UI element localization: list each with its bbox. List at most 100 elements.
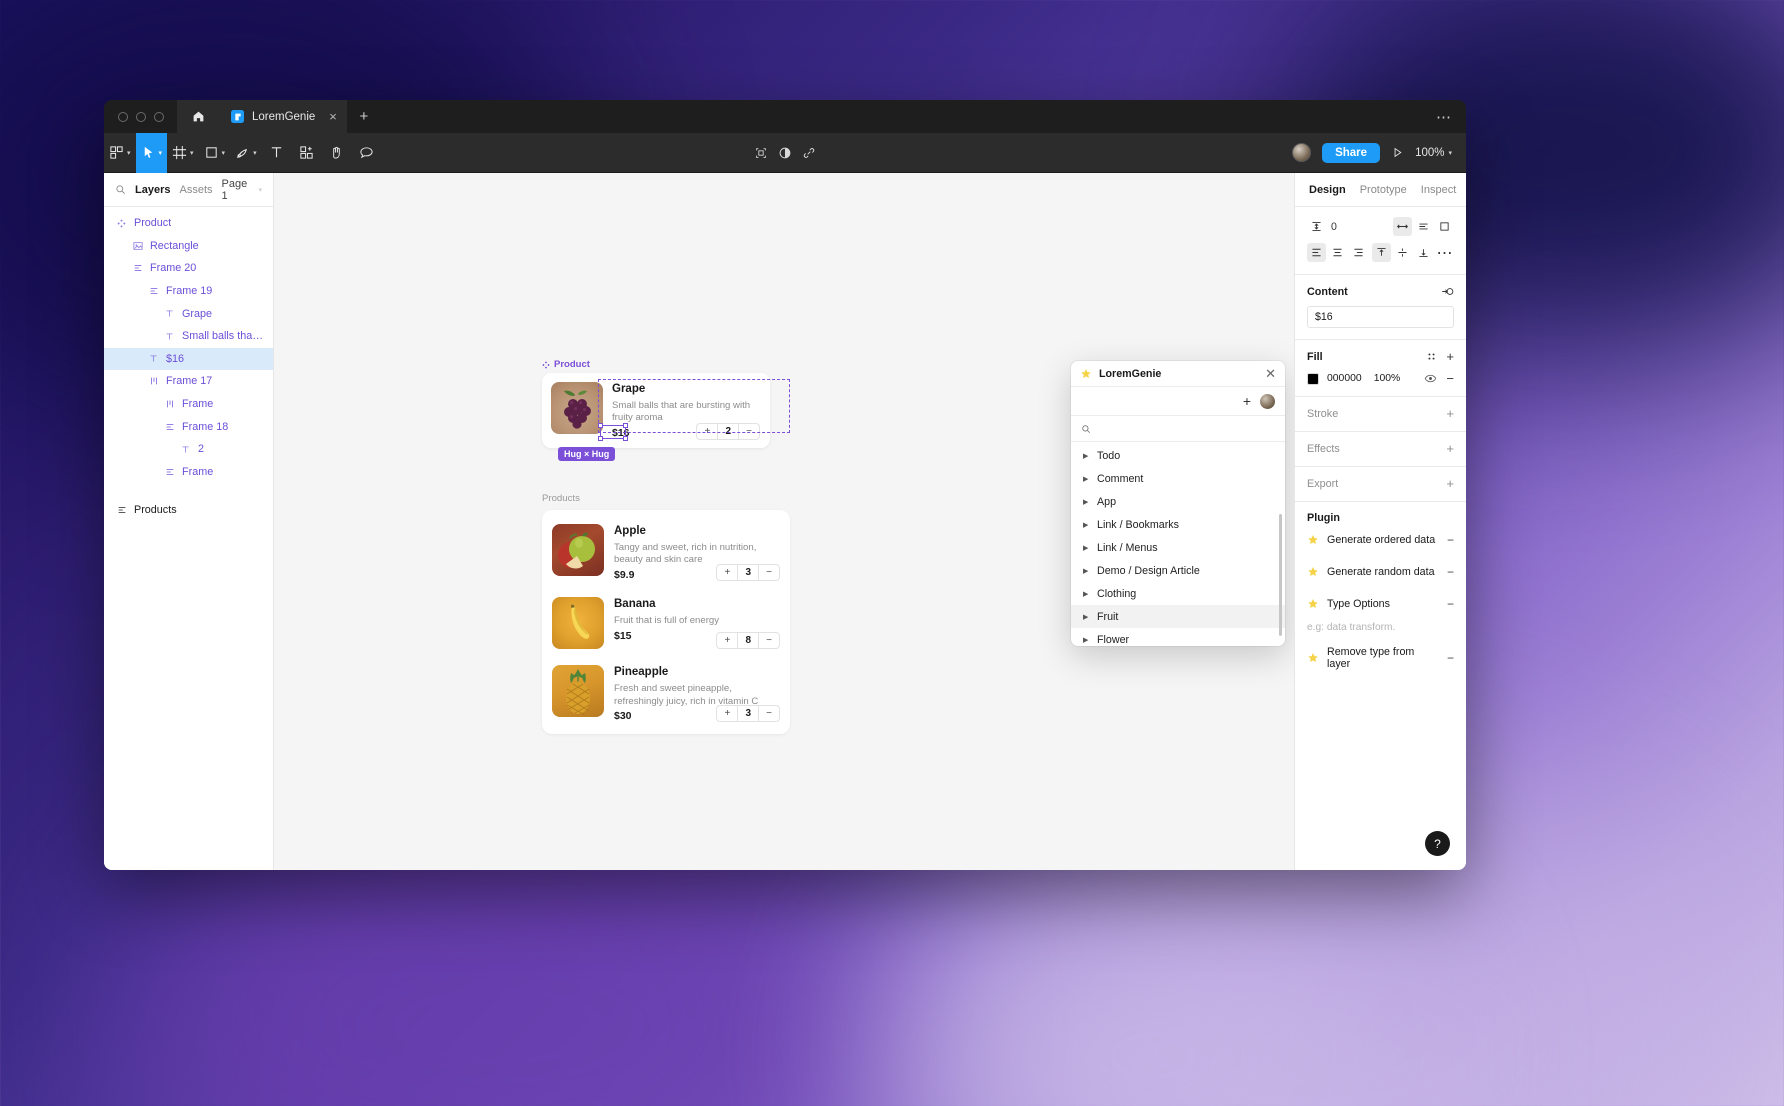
plugin-category-item[interactable]: ▶ Todo bbox=[1071, 444, 1285, 467]
close-window-button[interactable] bbox=[118, 111, 128, 122]
user-avatar[interactable] bbox=[1260, 393, 1275, 409]
shape-tool-icon[interactable]: ▾ bbox=[199, 133, 231, 173]
close-icon[interactable]: ✕ bbox=[1265, 367, 1276, 380]
plugin-dialog[interactable]: LoremGenie ✕ + ▶ Todo ▶ Comment ▶ App ▶ Link / … bbox=[1071, 361, 1285, 646]
frame-tool-icon[interactable]: ▾ bbox=[167, 133, 199, 173]
add-export-button[interactable]: + bbox=[1446, 477, 1454, 490]
move-tool-icon[interactable]: ▾ bbox=[135, 132, 168, 173]
grape-card[interactable]: Grape Small balls that are bursting with… bbox=[542, 373, 790, 461]
layer-item[interactable]: Frame 20 bbox=[104, 257, 273, 280]
help-button[interactable]: ? bbox=[1425, 831, 1450, 856]
align-top-icon[interactable] bbox=[1372, 243, 1391, 262]
window-controls[interactable] bbox=[104, 100, 177, 133]
plugin-search-row[interactable] bbox=[1071, 416, 1285, 442]
window-more-button[interactable]: ⋯ bbox=[1436, 100, 1466, 133]
remove-fill-button[interactable]: − bbox=[1446, 372, 1454, 385]
content-input[interactable]: $16 bbox=[1307, 306, 1454, 328]
tab-inspect[interactable]: Inspect bbox=[1421, 184, 1456, 196]
plugin-row[interactable]: Generate ordered data − bbox=[1307, 524, 1454, 556]
frame-label-product[interactable]: Product bbox=[542, 359, 590, 370]
components-icon[interactable] bbox=[292, 133, 322, 173]
apply-icon[interactable] bbox=[1441, 285, 1454, 298]
align-bottom-icon[interactable] bbox=[1414, 243, 1433, 262]
add-fill-button[interactable]: + bbox=[1446, 350, 1454, 363]
tab-prototype[interactable]: Prototype bbox=[1360, 184, 1407, 196]
eye-icon[interactable] bbox=[1424, 372, 1437, 385]
plugin-category-item[interactable]: ▶ Fruit bbox=[1071, 605, 1285, 628]
zoom-level[interactable]: 100% ▾ bbox=[1415, 147, 1452, 159]
quantity-stepper[interactable]: +8− bbox=[716, 632, 780, 650]
play-icon[interactable] bbox=[1391, 146, 1404, 159]
spacing-value[interactable]: 0 bbox=[1331, 221, 1337, 233]
resize-hug-icon[interactable] bbox=[1393, 217, 1412, 236]
align-right-icon[interactable] bbox=[1349, 243, 1368, 262]
pen-tool-icon[interactable]: ▾ bbox=[230, 133, 262, 173]
increment-button[interactable]: + bbox=[697, 424, 717, 439]
avatar[interactable] bbox=[1292, 143, 1312, 162]
more-options-button[interactable]: ⋯ bbox=[1435, 243, 1454, 262]
add-effect-button[interactable]: + bbox=[1446, 442, 1454, 455]
plugin-row[interactable]: Type Options − bbox=[1307, 588, 1454, 620]
remove-icon[interactable]: − bbox=[1447, 651, 1454, 665]
contrast-icon[interactable] bbox=[778, 146, 792, 160]
grape-component[interactable]: Product Grape Small balls that are burst… bbox=[542, 359, 790, 461]
menu-icon[interactable]: ▾ bbox=[104, 133, 136, 173]
decrement-button[interactable]: − bbox=[759, 706, 779, 721]
decrement-button[interactable]: − bbox=[759, 565, 779, 580]
canvas[interactable]: Product Grape Small balls that are burst… bbox=[274, 173, 1294, 870]
plugin-row-remove-type[interactable]: Remove type from layer − bbox=[1307, 642, 1454, 674]
layer-item[interactable]: Products bbox=[104, 499, 273, 522]
product-row[interactable]: Pineapple Fresh and sweet pineapple, refr… bbox=[552, 661, 780, 724]
plugin-row[interactable]: Generate random data − bbox=[1307, 556, 1454, 588]
quantity-stepper[interactable]: +3− bbox=[716, 705, 780, 723]
text-tool-icon[interactable] bbox=[262, 133, 292, 173]
products-frame[interactable]: Products Apple Tangy and sweet, rich in n… bbox=[542, 493, 790, 735]
layer-item[interactable]: Small balls that are ... bbox=[104, 325, 273, 348]
increment-button[interactable]: + bbox=[717, 633, 737, 648]
scrollbar[interactable] bbox=[1278, 514, 1282, 636]
layer-item[interactable]: 2 bbox=[104, 438, 273, 461]
increment-button[interactable]: + bbox=[717, 706, 737, 721]
minimize-window-button[interactable] bbox=[136, 111, 146, 122]
layer-item[interactable]: Product bbox=[104, 212, 273, 235]
share-button[interactable]: Share bbox=[1322, 142, 1381, 163]
comment-icon[interactable] bbox=[352, 133, 382, 173]
close-icon[interactable]: × bbox=[329, 110, 337, 123]
increment-button[interactable]: + bbox=[717, 565, 737, 580]
selection-icon[interactable] bbox=[754, 146, 768, 160]
align-left-icon[interactable] bbox=[1307, 243, 1326, 262]
remove-icon[interactable]: − bbox=[1447, 597, 1454, 611]
align-middle-icon[interactable] bbox=[1393, 243, 1412, 262]
resize-fixed-icon[interactable] bbox=[1435, 217, 1454, 236]
layer-item[interactable]: Frame 17 bbox=[104, 370, 273, 393]
add-stroke-button[interactable]: + bbox=[1446, 407, 1454, 420]
tab-design[interactable]: Design bbox=[1309, 184, 1346, 196]
plugin-category-item[interactable]: ▶ Flower bbox=[1071, 628, 1285, 646]
page-selector[interactable]: Page 1 ▾ bbox=[222, 178, 263, 202]
layer-item[interactable]: Grape bbox=[104, 302, 273, 325]
fill-color-swatch[interactable] bbox=[1307, 372, 1319, 385]
new-tab-button[interactable]: + bbox=[347, 100, 381, 133]
layer-item[interactable]: Frame 19 bbox=[104, 280, 273, 303]
plugin-category-item[interactable]: ▶ Comment bbox=[1071, 467, 1285, 490]
search-icon[interactable] bbox=[115, 184, 126, 195]
quantity-stepper[interactable]: +3− bbox=[716, 564, 780, 582]
layer-item[interactable]: Rectangle bbox=[104, 235, 273, 258]
fill-hex[interactable]: 000000 bbox=[1327, 373, 1362, 384]
tab-assets[interactable]: Assets bbox=[179, 184, 212, 196]
plugin-category-item[interactable]: ▶ Link / Bookmarks bbox=[1071, 513, 1285, 536]
remove-icon[interactable]: − bbox=[1447, 565, 1454, 579]
maximize-window-button[interactable] bbox=[154, 111, 164, 122]
layer-item[interactable]: Frame bbox=[104, 393, 273, 416]
link-icon[interactable] bbox=[802, 146, 816, 160]
fill-opacity[interactable]: 100% bbox=[1374, 373, 1401, 384]
layer-item[interactable]: Frame 18 bbox=[104, 415, 273, 438]
plugin-category-item[interactable]: ▶ App bbox=[1071, 490, 1285, 513]
align-center-icon[interactable] bbox=[1328, 243, 1347, 262]
product-row[interactable]: Banana Fruit that is full of energy $15 +8− bbox=[552, 593, 780, 661]
layer-item[interactable]: $16 bbox=[104, 347, 273, 371]
add-icon[interactable]: + bbox=[1243, 394, 1251, 408]
decrement-button[interactable]: − bbox=[759, 633, 779, 648]
layer-item[interactable]: Frame bbox=[104, 461, 273, 484]
plugin-category-item[interactable]: ▶ Demo / Design Article bbox=[1071, 559, 1285, 582]
